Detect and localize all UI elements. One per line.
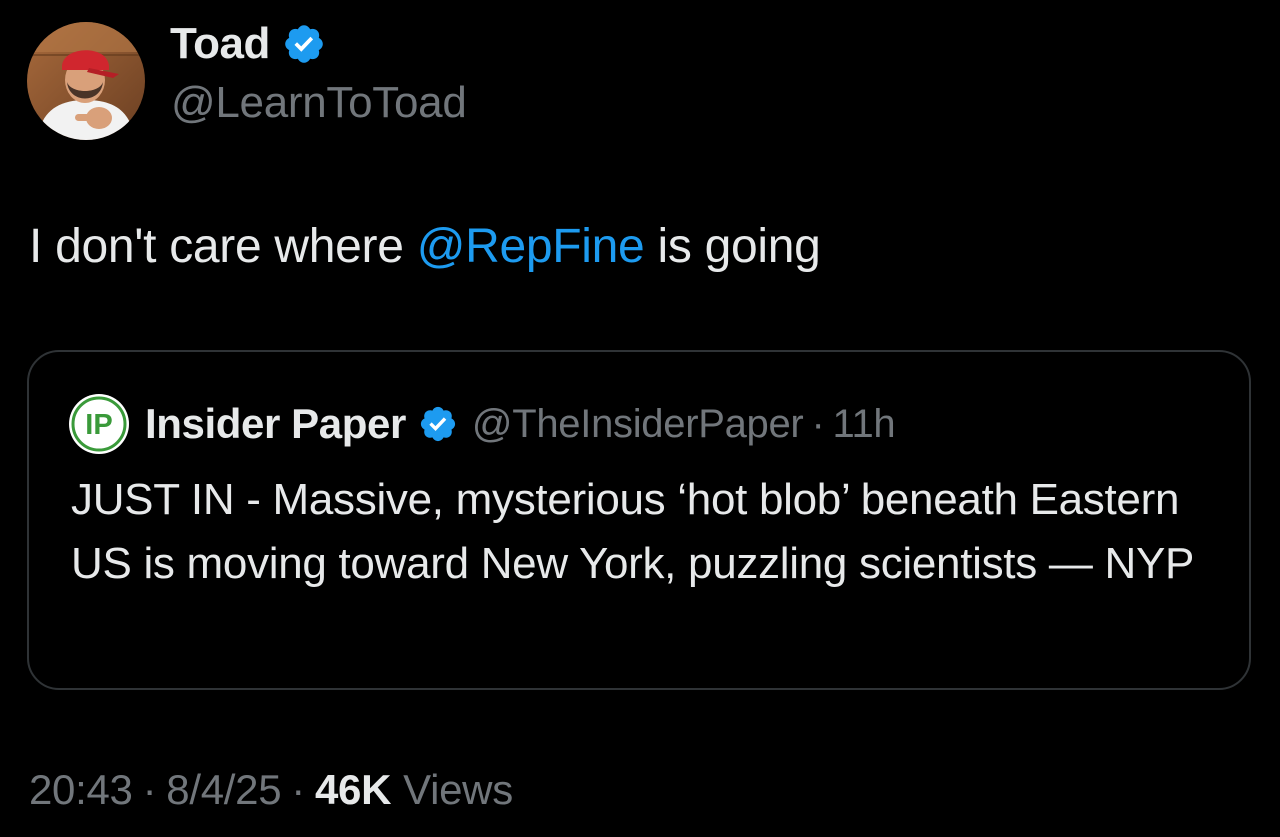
profile-photo-icon xyxy=(27,22,145,140)
author-name-row: Toad xyxy=(170,18,326,70)
quoted-verified-badge-icon xyxy=(418,404,458,444)
quoted-tweet-text: JUST IN - Massive, mysterious ‘hot blob’… xyxy=(71,475,1195,588)
insider-paper-logo-icon: IP xyxy=(69,394,129,454)
quoted-handle: @TheInsiderPaper xyxy=(471,401,804,446)
author-handle[interactable]: @LearnToToad xyxy=(171,78,467,128)
tweet-text: I don't care where @RepFine is going xyxy=(29,215,821,279)
author-display-name[interactable]: Toad xyxy=(170,19,270,69)
metadata-separator: · xyxy=(142,766,157,813)
tweet-time[interactable]: 20:43 xyxy=(29,766,133,814)
metadata-separator: · xyxy=(291,766,305,813)
tweet-metadata: 20:43 · 8/4/25 · 46K Views xyxy=(29,760,513,820)
tweet-date[interactable]: 8/4/25 xyxy=(166,766,281,814)
quoted-display-name: Insider Paper xyxy=(145,400,406,447)
mention-link[interactable]: @RepFine xyxy=(417,220,645,273)
tweet-text-before: I don't care where xyxy=(29,220,417,273)
views-label: Views xyxy=(403,766,513,813)
logo-letters: IP xyxy=(85,409,112,441)
quoted-tweet-card[interactable]: IP Insider Paper @TheInsiderPaper · 11h … xyxy=(27,350,1251,690)
quoted-timestamp: 11h xyxy=(832,401,896,446)
tweet-text-after: is going xyxy=(644,220,821,273)
tweet-detail: Toad @LearnToToad I don't care where @Re… xyxy=(0,0,1280,837)
verified-badge-icon[interactable] xyxy=(282,22,326,66)
views-count: 46K xyxy=(314,766,392,813)
author-avatar[interactable] xyxy=(27,22,145,140)
quoted-separator: · xyxy=(811,401,825,446)
quoted-tweet-header: IP Insider Paper @TheInsiderPaper · 11h xyxy=(69,394,896,454)
